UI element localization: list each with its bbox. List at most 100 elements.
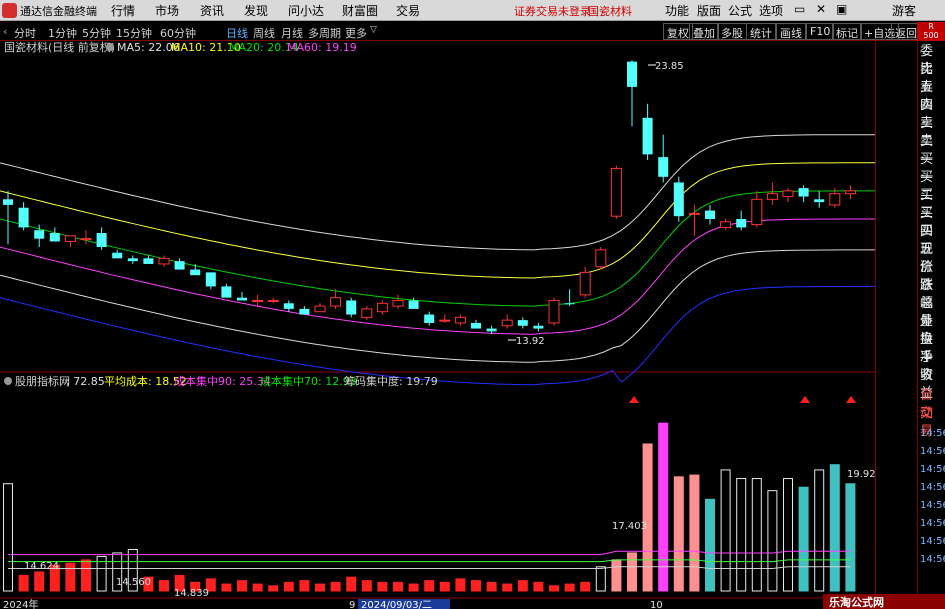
- sub-value-label: 17.403: [612, 521, 647, 532]
- menu-item-formula[interactable]: 公式: [728, 2, 752, 19]
- sub-bar: [393, 581, 403, 592]
- sub-bar: [315, 583, 325, 592]
- candle-body-up: [330, 297, 342, 307]
- menu-item-trade[interactable]: 交易: [396, 2, 420, 19]
- sub-bar: [642, 443, 653, 592]
- sub-indicator-pane: 14.624 14.560 14.839 17.403 19.929: [3, 396, 876, 599]
- candle-body-up: [314, 305, 326, 313]
- candle-body-up: [782, 190, 794, 198]
- rank-tag[interactable]: R 500: [917, 22, 945, 41]
- tab-1min[interactable]: 1分钟: [48, 25, 77, 41]
- menu-item-discover[interactable]: 发现: [244, 2, 268, 19]
- candle-body-down: [49, 233, 60, 242]
- legend-settings-icon[interactable]: [106, 43, 114, 51]
- sub-value-label: 14.839: [174, 588, 209, 599]
- sub-bar: [486, 581, 497, 592]
- sub-bar: [658, 422, 669, 592]
- draw-line-button[interactable]: 画线: [776, 23, 806, 40]
- tab-multi-period[interactable]: 多周期: [308, 25, 341, 41]
- tab-more[interactable]: 更多: [345, 25, 367, 41]
- sub-bar: [736, 478, 747, 592]
- menu-item-options[interactable]: 选项: [759, 2, 783, 19]
- toolbar-collapse-icon[interactable]: ‹: [3, 25, 7, 38]
- candle-body-up: [80, 238, 92, 241]
- sub-bar: [471, 580, 481, 592]
- menu-item-layout[interactable]: 版面: [697, 2, 721, 19]
- sub-indicator-value: : 72.85: [66, 375, 105, 388]
- sub-bar: [408, 583, 419, 592]
- sub-bar: [751, 478, 762, 592]
- main-chart-title: 国瓷材料(日线 前复权): [4, 41, 115, 54]
- candle-body-down: [34, 230, 45, 239]
- menu-stock-name: 国瓷材料: [588, 5, 632, 18]
- menu-item-ask[interactable]: 问小达: [288, 2, 324, 19]
- candle-body-up: [392, 299, 404, 307]
- sub-bar: [81, 559, 91, 592]
- tab-5min[interactable]: 5分钟: [82, 25, 111, 41]
- menu-item-quotes[interactable]: 行情: [111, 2, 135, 19]
- menu-item-wealth[interactable]: 财富圈: [342, 2, 378, 19]
- time-axis-oct: 10: [650, 600, 663, 609]
- kline-chart[interactable]: 国瓷材料(日线 前复权) MA5: 22.06 MA10: 21.10 MA20…: [0, 41, 876, 609]
- tab-monthly[interactable]: 月线: [281, 25, 303, 41]
- multi-stock-button[interactable]: 多股: [717, 23, 747, 40]
- side-time-3: 14:56: [920, 482, 945, 493]
- candle-body-down: [112, 252, 123, 259]
- time-axis-year: 2024年: [3, 598, 38, 609]
- candle-body-down: [18, 207, 29, 228]
- tab-intraday[interactable]: 分时: [14, 25, 36, 41]
- sub-bar: [673, 476, 684, 592]
- signal-triangle: [629, 396, 639, 403]
- minimize-tray-icon[interactable]: ▭: [794, 2, 805, 16]
- sub-bar: [705, 498, 715, 592]
- sub-bar: [580, 581, 591, 592]
- price-band-line: [0, 190, 875, 307]
- sub-bar: [502, 583, 513, 592]
- candle-body-down: [408, 300, 419, 309]
- candle-body-up: [548, 299, 560, 324]
- sub-legend-settings-icon[interactable]: [4, 377, 12, 385]
- sub-value-label: 19.929: [847, 469, 876, 480]
- close-tray-icon[interactable]: ✕: [816, 2, 826, 16]
- statistics-button[interactable]: 统计: [746, 23, 776, 40]
- candle-body-down: [736, 218, 747, 228]
- sub-bar: [564, 583, 575, 592]
- more-dropdown-icon[interactable]: ▽: [370, 25, 377, 35]
- sub-bar: [689, 474, 700, 592]
- sub-bar: [346, 576, 357, 592]
- watermark-box: 乐淘公式网: [823, 594, 945, 609]
- candle-body-down: [143, 258, 154, 264]
- login-warning[interactable]: 证券交易未登录: [514, 3, 591, 19]
- sub-bar: [18, 574, 29, 592]
- tab-daily[interactable]: 日线: [226, 25, 248, 41]
- sub-indicator-name: 股朋指标网: [15, 374, 70, 388]
- price-band-line: [0, 249, 875, 363]
- menu-item-news[interactable]: 资讯: [200, 2, 224, 19]
- app-window: 通达信金融终端 行情 市场 资讯 发现 问小达 财富圈 交易 证券交易未登录 国…: [0, 0, 945, 609]
- mark-button[interactable]: 标记: [832, 23, 862, 40]
- candle-body-down: [283, 303, 294, 309]
- tab-weekly[interactable]: 周线: [253, 25, 275, 41]
- candle-body-up: [595, 249, 607, 268]
- sub-bar: [798, 486, 809, 592]
- tab-60min[interactable]: 60分钟: [160, 25, 196, 41]
- side-time-5: 14:56: [920, 518, 945, 529]
- sub-bar: [65, 562, 76, 592]
- guest-login[interactable]: 游客: [892, 2, 916, 19]
- expand-icon[interactable]: ▣: [836, 2, 847, 16]
- menu-item-market[interactable]: 市场: [155, 2, 179, 19]
- sub-bar: [720, 469, 731, 592]
- overlay-button[interactable]: 叠加: [689, 23, 719, 40]
- candle-body-down: [798, 188, 809, 197]
- sub-bar: [424, 580, 435, 592]
- sub-bar: [611, 559, 622, 592]
- candle-body-down: [705, 210, 715, 219]
- time-axis-date: 2024/09/03/二: [361, 600, 432, 609]
- tab-15min[interactable]: 15分钟: [116, 25, 152, 41]
- candle-body-down: [174, 261, 185, 270]
- sub-bar: [767, 490, 778, 592]
- sub-bar: [299, 580, 310, 592]
- menu-item-function[interactable]: 功能: [665, 2, 689, 19]
- sub-bar: [439, 581, 450, 592]
- f10-button[interactable]: F10: [806, 23, 835, 40]
